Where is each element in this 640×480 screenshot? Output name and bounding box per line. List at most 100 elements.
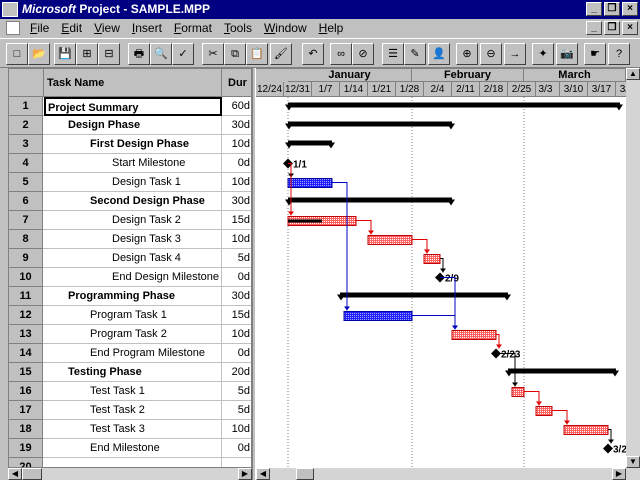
duration-cell[interactable]: 5d [222,401,251,420]
select-all-corner[interactable] [9,69,44,97]
table-row[interactable]: 15 Testing Phase 20d [9,363,251,382]
row-number[interactable]: 5 [9,173,43,192]
document-restore-button[interactable]: ❐ [604,21,620,35]
task-bar[interactable] [535,406,553,416]
table-row[interactable]: 5 Design Task 1 10d [9,173,251,192]
duration-cell[interactable]: 0d [222,154,251,173]
table-row[interactable]: 3 First Design Phase 10d [9,135,251,154]
task-bar[interactable] [367,235,413,245]
open-icon[interactable]: 📂 [28,43,50,65]
duration-cell[interactable]: 30d [222,192,251,211]
row-number[interactable]: 15 [9,363,43,382]
table-row[interactable]: 20 [9,458,251,467]
summary-bar[interactable] [508,368,616,374]
task-name-cell[interactable]: End Program Milestone [44,344,222,363]
table-row[interactable]: 1 Project Summary 60d [9,97,251,116]
row-number[interactable]: 20 [9,458,43,467]
menu-format[interactable]: Format [168,21,218,35]
row-number[interactable]: 12 [9,306,43,325]
menu-tools[interactable]: Tools [218,21,258,35]
row-number[interactable]: 16 [9,382,43,401]
tip-icon[interactable]: ☛ [584,43,606,65]
gantt-horizontal-scrollbar[interactable]: ◀ ▶ [256,468,640,480]
menu-edit[interactable]: Edit [55,21,88,35]
table-row[interactable]: 18 Test Task 3 10d [9,420,251,439]
task-name-cell[interactable]: Test Task 1 [44,382,222,401]
row-number[interactable]: 7 [9,211,43,230]
task-name-cell[interactable]: First Design Phase [44,135,222,154]
goto-icon[interactable]: → [504,43,526,65]
menu-window[interactable]: Window [258,21,313,35]
task-bar[interactable] [511,387,525,397]
close-button[interactable]: × [622,2,638,16]
row-number[interactable]: 19 [9,439,43,458]
print-icon[interactable]: 🖶 [128,43,150,65]
vertical-scrollbar[interactable]: ▲ ▼ [626,68,640,468]
row-number[interactable]: 13 [9,325,43,344]
duration-cell[interactable]: 15d [222,306,251,325]
zoom-in-icon[interactable]: ⊕ [456,43,478,65]
row-number[interactable]: 8 [9,230,43,249]
unlink-icon[interactable]: ⊘ [352,43,374,65]
row-number[interactable]: 4 [9,154,43,173]
task-name-cell[interactable] [44,458,222,467]
row-number[interactable]: 1 [9,97,43,116]
menu-file[interactable]: File [24,21,55,35]
table-row[interactable]: 12 Program Task 1 15d [9,306,251,325]
duration-cell[interactable]: 60d [222,97,251,116]
summary-bar[interactable] [288,121,452,127]
table-row[interactable]: 11 Programming Phase 30d [9,287,251,306]
duration-cell[interactable]: 10d [222,325,251,344]
table-row[interactable]: 14 End Program Milestone 0d [9,344,251,363]
zoom-out-icon[interactable]: ⊖ [480,43,502,65]
task-name-cell[interactable]: Design Task 1 [44,173,222,192]
table-horizontal-scrollbar[interactable]: ◀ ▶ [8,468,252,480]
task-name-cell[interactable]: Test Task 3 [44,420,222,439]
row-number[interactable]: 14 [9,344,43,363]
task-info-icon[interactable]: ☰ [382,43,404,65]
wizard-icon[interactable]: ✦ [532,43,554,65]
table-scroll-right-button[interactable]: ▶ [238,468,252,480]
table-row[interactable]: 16 Test Task 1 5d [9,382,251,401]
assign-icon[interactable]: 👤 [428,43,450,65]
gantt-scroll-thumb[interactable] [296,468,314,480]
task-bar[interactable] [563,425,609,435]
scroll-up-button[interactable]: ▲ [626,68,640,80]
duration-cell[interactable]: 5d [222,249,251,268]
table-row[interactable]: 10 End Design Milestone 0d [9,268,251,287]
task-bar[interactable] [423,254,441,264]
gantt-scroll-right-button[interactable]: ▶ [612,468,626,480]
camera-icon[interactable]: 📷 [556,43,578,65]
table-row[interactable]: 9 Design Task 4 5d [9,249,251,268]
row-number[interactable]: 17 [9,401,43,420]
summary-bar[interactable] [340,292,508,298]
duration-cell[interactable]: 15d [222,211,251,230]
row-number[interactable]: 6 [9,192,43,211]
menu-view[interactable]: View [88,21,126,35]
row-number[interactable]: 2 [9,116,43,135]
duration-cell[interactable]: 5d [222,382,251,401]
new-icon[interactable]: □ [6,43,28,65]
column-header-task-name[interactable]: Task Name [44,69,222,97]
document-close-button[interactable]: × [622,21,638,35]
task-bar[interactable] [343,311,413,321]
duration-cell[interactable]: 0d [222,344,251,363]
undo-icon[interactable]: ↶ [302,43,324,65]
copy-icon[interactable]: ⧉ [224,43,246,65]
task-name-cell[interactable]: Design Task 3 [44,230,222,249]
table-row[interactable]: 19 End Milestone 0d [9,439,251,458]
save-icon[interactable]: 💾 [54,43,76,65]
duration-cell[interactable]: 30d [222,116,251,135]
task-bar[interactable] [287,178,333,188]
task-name-cell[interactable]: Programming Phase [44,287,222,306]
summary-bar[interactable] [288,102,620,108]
preview-icon[interactable]: 🔍 [150,43,172,65]
duration-cell[interactable]: 0d [222,268,251,287]
task-name-cell[interactable]: Design Phase [44,116,222,135]
table-row[interactable]: 2 Design Phase 30d [9,116,251,135]
milestone-diamond[interactable] [603,443,613,454]
cut-icon[interactable]: ✂ [202,43,224,65]
table-row[interactable]: 6 Second Design Phase 30d [9,192,251,211]
menu-insert[interactable]: Insert [126,21,168,35]
notes-icon[interactable]: ✎ [404,43,426,65]
